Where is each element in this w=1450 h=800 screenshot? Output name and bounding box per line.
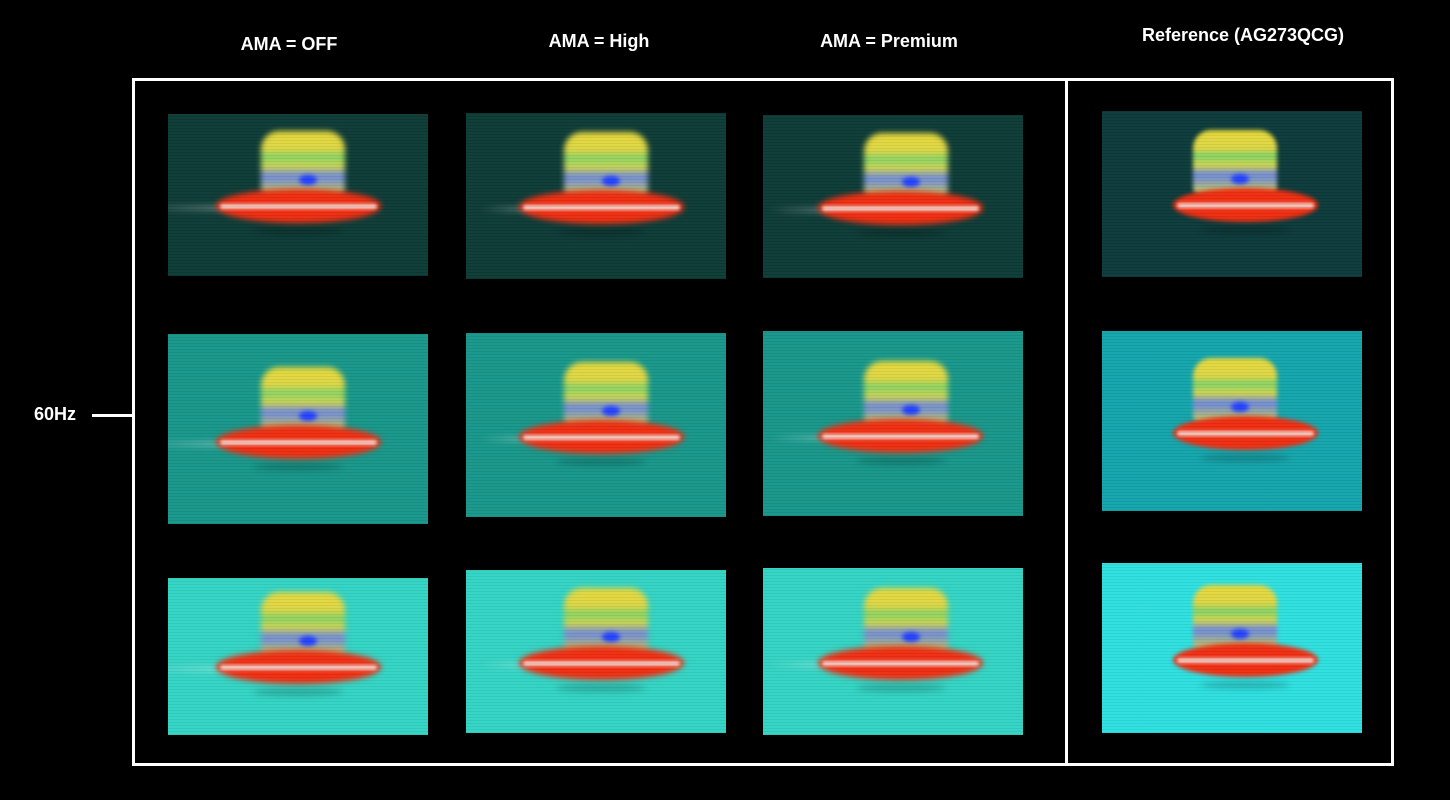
- scanline-overlay: [168, 114, 428, 276]
- column-header-ama-off: AMA = OFF: [240, 34, 338, 54]
- scanline-overlay: [1102, 331, 1362, 511]
- motion-panel-medium-ama-premium: [763, 331, 1023, 516]
- motion-panel-dark-ama-off: [168, 114, 428, 276]
- motion-panel-light-reference: [1102, 563, 1362, 733]
- motion-panel-light-ama-premium: [763, 568, 1023, 735]
- motion-panel-medium-reference: [1102, 331, 1362, 511]
- scanline-overlay: [1102, 111, 1362, 277]
- scanline-overlay: [466, 570, 726, 733]
- scanline-overlay: [763, 331, 1023, 516]
- motion-panel-dark-ama-premium: [763, 115, 1023, 278]
- column-header-reference: Reference (AG273QCG): [1141, 25, 1345, 45]
- scanline-overlay: [168, 334, 428, 524]
- scanline-overlay: [763, 568, 1023, 735]
- motion-panel-dark-ama-high: [466, 113, 726, 279]
- scanline-overlay: [466, 113, 726, 279]
- motion-panel-light-ama-off: [168, 578, 428, 735]
- scanline-overlay: [1102, 563, 1362, 733]
- scanline-overlay: [466, 333, 726, 517]
- row-label-refresh-rate: 60Hz: [34, 404, 77, 424]
- motion-panel-light-ama-high: [466, 570, 726, 733]
- column-header-ama-premium: AMA = Premium: [820, 31, 958, 51]
- column-header-ama-high: AMA = High: [548, 31, 650, 51]
- motion-panel-medium-ama-high: [466, 333, 726, 517]
- motion-panel-dark-reference: [1102, 111, 1362, 277]
- scanline-overlay: [763, 115, 1023, 278]
- row-label-connector: [92, 414, 132, 417]
- motion-panel-medium-ama-off: [168, 334, 428, 524]
- reference-divider: [1065, 78, 1068, 766]
- scanline-overlay: [168, 578, 428, 735]
